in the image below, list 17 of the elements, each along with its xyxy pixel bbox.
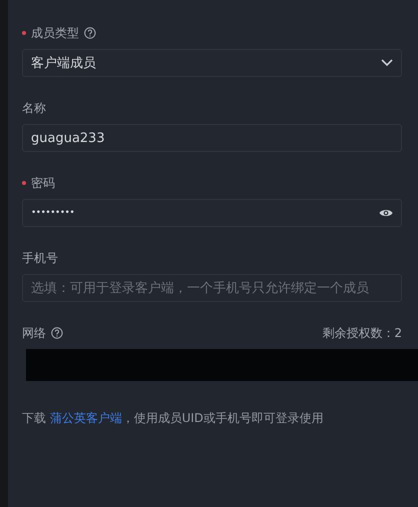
field-label: 名称 — [22, 100, 46, 116]
chevron-down-icon — [381, 59, 393, 67]
client-link[interactable]: 蒲公英客户端 — [50, 411, 122, 425]
member-type-select[interactable]: 客户端成员 — [22, 49, 402, 77]
eye-icon[interactable] — [379, 208, 393, 218]
field-label: 密码 — [31, 174, 55, 192]
field-label: 成员类型 — [31, 24, 79, 42]
remaining-licenses: 剩余授权数：2 — [322, 324, 402, 342]
download-hint: 下载 蒲公英客户端，使用成员UID或手机号即可登录使用 — [22, 410, 324, 427]
help-icon[interactable] — [51, 327, 63, 339]
input-field[interactable]: 选填：可用于登录客户端，一个手机号只允许绑定一个成员 — [22, 274, 402, 302]
network-field[interactable] — [26, 349, 418, 381]
help-icon[interactable] — [84, 27, 96, 39]
field-label: 网络 — [22, 324, 46, 342]
password-field[interactable]: ••••••••• — [22, 199, 402, 227]
field-label: 手机号 — [22, 250, 58, 266]
input-field[interactable]: guagua233 — [22, 124, 402, 152]
